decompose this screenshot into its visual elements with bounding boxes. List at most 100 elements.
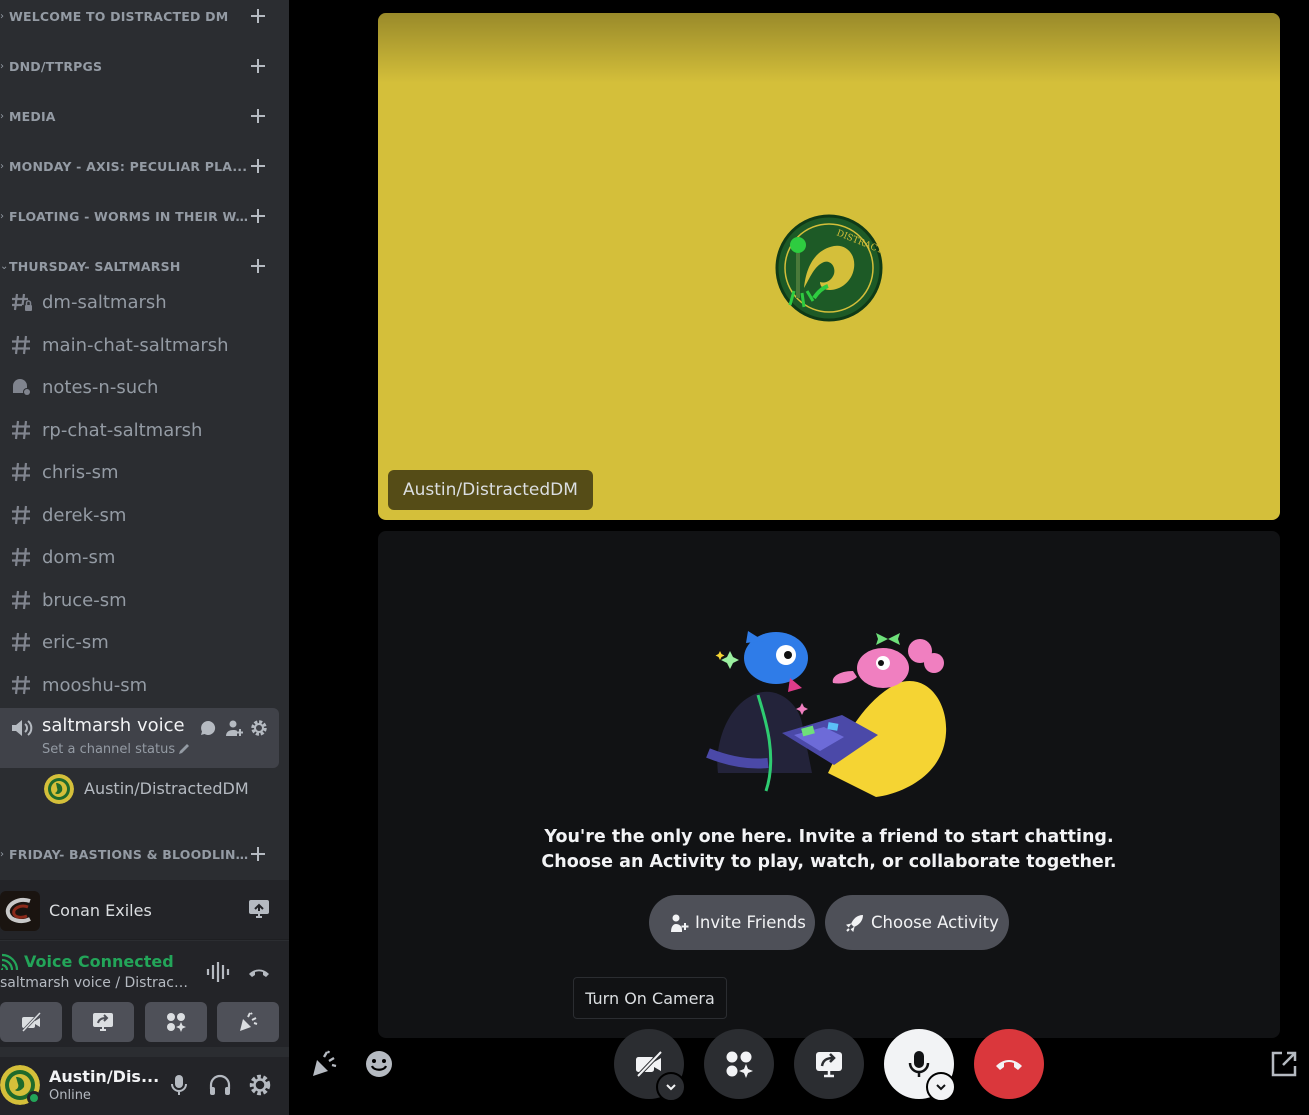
hash-icon	[12, 547, 30, 567]
soundboard-icon	[240, 1012, 258, 1031]
hash-icon	[12, 632, 30, 652]
chevron-down-icon: ⌄	[0, 260, 9, 272]
headphones-icon[interactable]	[208, 1073, 232, 1097]
channel-label: rp-chat-saltmarsh	[42, 419, 203, 441]
add-channel-icon[interactable]	[249, 207, 267, 225]
category-welcome[interactable]: › WELCOME TO DISTRACTED DM	[0, 1, 289, 31]
camera-tooltip: Turn On Camera	[573, 977, 727, 1019]
voice-connected-label[interactable]: Voice Connected	[24, 952, 174, 971]
add-channel-icon[interactable]	[249, 257, 267, 275]
share-screen-button[interactable]	[794, 1029, 864, 1099]
microphone-icon	[908, 1051, 930, 1077]
online-status-indicator	[27, 1091, 41, 1105]
disconnect-icon[interactable]	[247, 961, 271, 983]
pop-out-icon[interactable]	[1269, 1049, 1299, 1079]
channel-eric-sm[interactable]: eric-sm	[0, 622, 280, 662]
chevron-right-icon: ›	[0, 60, 4, 72]
channel-list[interactable]: › WELCOME TO DISTRACTED DM › DND/TTRPGS …	[0, 0, 289, 880]
channel-notes-n-such[interactable]: notes-n-such	[0, 367, 280, 407]
chevron-down-icon	[936, 1084, 946, 1091]
set-channel-status[interactable]: Set a channel status	[42, 742, 175, 757]
hang-up-icon	[996, 1060, 1022, 1070]
add-channel-icon[interactable]	[249, 57, 267, 75]
emoji-icon[interactable]	[364, 1049, 394, 1079]
add-channel-icon[interactable]	[249, 7, 267, 25]
add-channel-icon[interactable]	[249, 107, 267, 125]
activity-status[interactable]: Conan Exiles	[0, 880, 289, 940]
channel-sidebar: › WELCOME TO DISTRACTED DM › DND/TTRPGS …	[0, 0, 289, 1115]
game-icon	[0, 891, 40, 931]
username[interactable]: Austin/Dis...	[49, 1067, 159, 1086]
category-thursday[interactable]: ⌄ THURSDAY- SALTMARSH	[0, 251, 289, 281]
camera-button-small[interactable]	[0, 1002, 62, 1042]
channel-chris-sm[interactable]: chris-sm	[0, 452, 280, 492]
empty-invite-tile: You're the only one here. Invite a frien…	[378, 531, 1280, 1038]
soundboard-icon[interactable]	[309, 1049, 339, 1079]
channel-dom-sm[interactable]: dom-sm	[0, 537, 280, 577]
voice-channel-saltmarsh[interactable]: saltmarsh voice Set a channel status	[0, 708, 279, 768]
noise-suppression-icon[interactable]	[205, 960, 231, 984]
channel-main-chat-saltmarsh[interactable]: main-chat-saltmarsh	[0, 325, 280, 365]
channel-label: bruce-sm	[42, 589, 127, 611]
stream-icon[interactable]	[248, 898, 270, 920]
category-dnd[interactable]: › DND/TTRPGS	[0, 51, 289, 81]
category-friday[interactable]: › FRIDAY- BASTIONS & BLOODLIN...	[0, 839, 289, 869]
microphone-icon[interactable]	[167, 1073, 191, 1097]
chat-bubble-icon[interactable]	[199, 719, 217, 737]
add-channel-icon[interactable]	[249, 845, 267, 863]
user-panel: Austin/Dis... Online	[0, 1057, 289, 1115]
chevron-down-icon	[666, 1084, 676, 1091]
add-channel-icon[interactable]	[249, 157, 267, 175]
participant-tile[interactable]: DISTRACTED DM Austin/DistractedDM	[378, 13, 1280, 520]
distracted-dm-logo: DISTRACTED DM	[775, 214, 884, 322]
avatar	[44, 774, 74, 804]
speaker-icon	[12, 720, 33, 736]
category-label: FRIDAY- BASTIONS & BLOODLIN...	[9, 846, 249, 862]
pencil-icon[interactable]	[177, 742, 191, 756]
participant-nameplate: Austin/DistractedDM	[388, 470, 593, 510]
channel-label: dm-saltmarsh	[42, 291, 167, 313]
channel-label: dom-sm	[42, 546, 116, 568]
empty-state-line-2: Choose an Activity to play, watch, or co…	[541, 852, 1117, 872]
activities-icon	[726, 1051, 753, 1078]
invite-user-icon[interactable]	[225, 719, 243, 737]
hash-icon	[12, 462, 30, 482]
voice-location[interactable]: saltmarsh voice / Distracte...	[0, 975, 190, 991]
characters-playing-illustration	[706, 631, 947, 797]
category-floating[interactable]: › FLOATING - WORMS IN THEIR W...	[0, 201, 289, 231]
channel-label: main-chat-saltmarsh	[42, 334, 229, 356]
camera-options-caret[interactable]	[656, 1072, 686, 1102]
camera-off-icon	[636, 1050, 663, 1078]
user-settings-icon[interactable]	[248, 1073, 272, 1097]
activities-icon	[167, 1013, 186, 1032]
category-label: MONDAY - AXIS: PECULIAR PLA...	[9, 158, 248, 174]
channel-mooshu-sm[interactable]: mooshu-sm	[0, 665, 280, 705]
channel-label: derek-sm	[42, 504, 127, 526]
activities-button[interactable]	[704, 1029, 774, 1099]
disconnect-button[interactable]	[974, 1029, 1044, 1099]
category-label: DND/TTRPGS	[9, 58, 103, 74]
share-screen-button-small[interactable]	[72, 1002, 134, 1042]
voice-participant[interactable]: Austin/DistractedDM	[44, 774, 249, 804]
chevron-right-icon: ›	[0, 210, 4, 222]
participant-name: Austin/DistractedDM	[84, 779, 249, 798]
channel-derek-sm[interactable]: derek-sm	[0, 495, 280, 535]
channel-label: chris-sm	[42, 461, 119, 483]
invite-friends-button[interactable]: Invite Friends	[649, 895, 815, 950]
screen-share-icon	[816, 1052, 842, 1078]
soundboard-button-small[interactable]	[217, 1002, 279, 1042]
category-monday[interactable]: › MONDAY - AXIS: PECULIAR PLA...	[0, 151, 289, 181]
channel-bruce-sm[interactable]: bruce-sm	[0, 580, 280, 620]
gear-icon[interactable]	[250, 719, 268, 737]
choose-activity-label: Choose Activity	[871, 913, 999, 932]
channel-rp-chat-saltmarsh[interactable]: rp-chat-saltmarsh	[0, 410, 280, 450]
choose-activity-button[interactable]: Choose Activity	[825, 895, 1009, 950]
activities-button-small[interactable]	[145, 1002, 207, 1042]
category-label: THURSDAY- SALTMARSH	[9, 258, 181, 274]
microphone-options-caret[interactable]	[926, 1072, 956, 1102]
channel-dm-saltmarsh[interactable]: dm-saltmarsh	[0, 282, 280, 322]
hash-icon	[12, 505, 30, 525]
user-status: Online	[49, 1088, 91, 1103]
category-media[interactable]: › MEDIA	[0, 101, 289, 131]
chevron-right-icon: ›	[0, 110, 4, 122]
